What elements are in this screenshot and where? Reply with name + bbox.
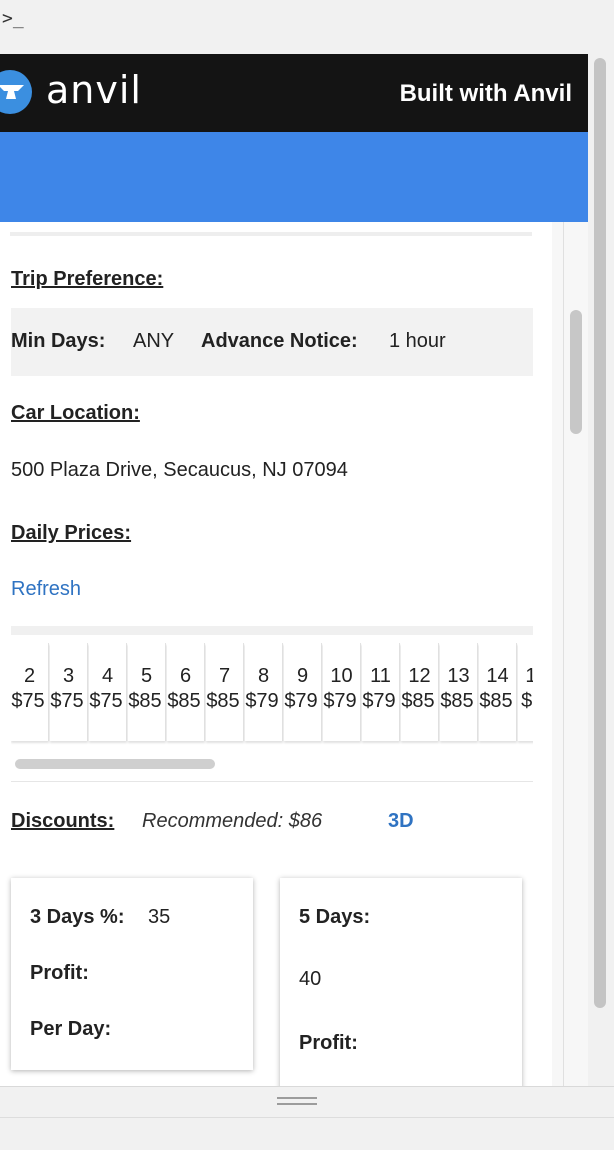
price-cell: 12 $85 bbox=[401, 643, 439, 741]
top-toolbar: >_ bbox=[0, 0, 614, 54]
price-day: 9 bbox=[296, 665, 309, 687]
price-cell: 8 $79 bbox=[245, 643, 283, 741]
price-cell: 14 $85 bbox=[479, 643, 517, 741]
price-value: $85 bbox=[206, 690, 240, 712]
bottom-divider bbox=[0, 1117, 614, 1118]
discount-card-3-days: 3 Days %: 35 Profit: Per Day: bbox=[11, 878, 253, 1070]
price-day: 14 bbox=[486, 665, 509, 687]
price-day: 7 bbox=[218, 665, 231, 687]
price-value: $79 bbox=[323, 690, 357, 712]
price-day: 3 bbox=[62, 665, 75, 687]
app-frame: anvil Built with Anvil Trip Preference: … bbox=[0, 54, 588, 1086]
price-value: $85 bbox=[167, 690, 201, 712]
horizontal-scrollbar-thumb[interactable] bbox=[15, 759, 215, 769]
price-cell: 9 $79 bbox=[284, 643, 322, 741]
price-cell: 4 $75 bbox=[89, 643, 127, 741]
three-days-percent-label: 3 Days %: bbox=[30, 906, 125, 928]
app-header: anvil Built with Anvil bbox=[0, 54, 588, 132]
trip-preference-row: Min Days: ANY Advance Notice: 1 hour bbox=[11, 308, 533, 376]
price-cell: 10 $79 bbox=[323, 643, 361, 741]
price-cell: 6 $85 bbox=[167, 643, 205, 741]
resize-handle[interactable] bbox=[277, 1097, 317, 1109]
price-value: $85 bbox=[479, 690, 513, 712]
anvil-logo-icon[interactable] bbox=[0, 70, 32, 114]
outer-vertical-scrollbar[interactable] bbox=[594, 58, 606, 1008]
inner-vertical-scrollbar[interactable] bbox=[570, 310, 582, 434]
five-days-profit-label: Profit: bbox=[299, 1032, 358, 1054]
price-day: 10 bbox=[330, 665, 353, 687]
three-days-percent-value[interactable]: 35 bbox=[148, 906, 170, 929]
advance-notice-value: 1 hour bbox=[389, 330, 446, 352]
price-cell: 11 $79 bbox=[362, 643, 400, 741]
daily-prices-row: 2 $75 3 $75 4 $75 5 $85 6 $85 7 $85 8 $79 9 $79 10 $79 11 $… bbox=[11, 643, 533, 741]
terminal-prompt-icon[interactable]: >_ bbox=[2, 8, 24, 29]
price-day: 8 bbox=[257, 665, 270, 687]
price-cell: 5 $85 bbox=[128, 643, 166, 741]
price-day: 2 bbox=[23, 665, 36, 687]
price-value: $75 bbox=[89, 690, 123, 712]
discount-3d-link[interactable]: 3D bbox=[388, 810, 414, 833]
price-value: $85 bbox=[440, 690, 474, 712]
price-value: $75 bbox=[50, 690, 84, 712]
price-day: 5 bbox=[140, 665, 153, 687]
price-day: 6 bbox=[179, 665, 192, 687]
three-days-profit-label: Profit: bbox=[30, 962, 89, 984]
price-value: $85 bbox=[401, 690, 435, 712]
bottom-panel bbox=[0, 1086, 614, 1150]
recommended-price-note: Recommended: $86 bbox=[142, 810, 323, 832]
navigation-bar bbox=[0, 132, 588, 222]
price-day: 4 bbox=[101, 665, 114, 687]
daily-prices-title: Daily Prices: bbox=[11, 522, 132, 544]
logo-text[interactable]: anvil bbox=[46, 68, 142, 112]
five-days-label: 5 Days: bbox=[299, 906, 371, 928]
advance-notice-label: Advance Notice: bbox=[201, 330, 358, 352]
price-value: $79 bbox=[362, 690, 396, 712]
built-with-anvil-link[interactable]: Built with Anvil bbox=[400, 80, 572, 108]
daily-prices-scroller[interactable]: 2 $75 3 $75 4 $75 5 $85 6 $85 7 $85 8 $79 9 $79 10 $79 11 $… bbox=[11, 626, 533, 782]
gutter-divider bbox=[563, 222, 564, 1086]
divider bbox=[10, 232, 532, 236]
price-value: $75 bbox=[11, 690, 45, 712]
price-day: 15 bbox=[518, 665, 533, 688]
price-value: $79 bbox=[284, 690, 318, 712]
refresh-link[interactable]: Refresh bbox=[11, 578, 81, 601]
discounts-title: Discounts: bbox=[11, 810, 115, 832]
trip-preference-title: Trip Preference: bbox=[11, 268, 164, 290]
price-cell: 3 $75 bbox=[50, 643, 88, 741]
price-value: $79 bbox=[245, 690, 279, 712]
five-days-value[interactable]: 40 bbox=[299, 968, 321, 991]
price-day: 12 bbox=[408, 665, 431, 687]
price-day: 13 bbox=[447, 665, 470, 687]
price-cell: 13 $85 bbox=[440, 643, 478, 741]
price-cell: 15$1: bbox=[518, 643, 533, 741]
price-cell: 7 $85 bbox=[206, 643, 244, 741]
price-cell: 2 $75 bbox=[11, 643, 49, 741]
min-days-label: Min Days: bbox=[11, 330, 106, 352]
price-day: 11 bbox=[370, 665, 391, 687]
three-days-per-day-label: Per Day: bbox=[30, 1018, 112, 1040]
min-days-value: ANY bbox=[133, 330, 175, 352]
price-value: $1: bbox=[521, 690, 533, 712]
car-location-title: Car Location: bbox=[11, 402, 140, 424]
main-content: Trip Preference: Min Days: ANY Advance N… bbox=[0, 222, 553, 1086]
discount-card-5-days: 5 Days: 40 Profit: bbox=[280, 878, 522, 1086]
car-location-address: 500 Plaza Drive, Secaucus, NJ 07094 bbox=[11, 459, 348, 481]
price-value: $85 bbox=[128, 690, 162, 712]
